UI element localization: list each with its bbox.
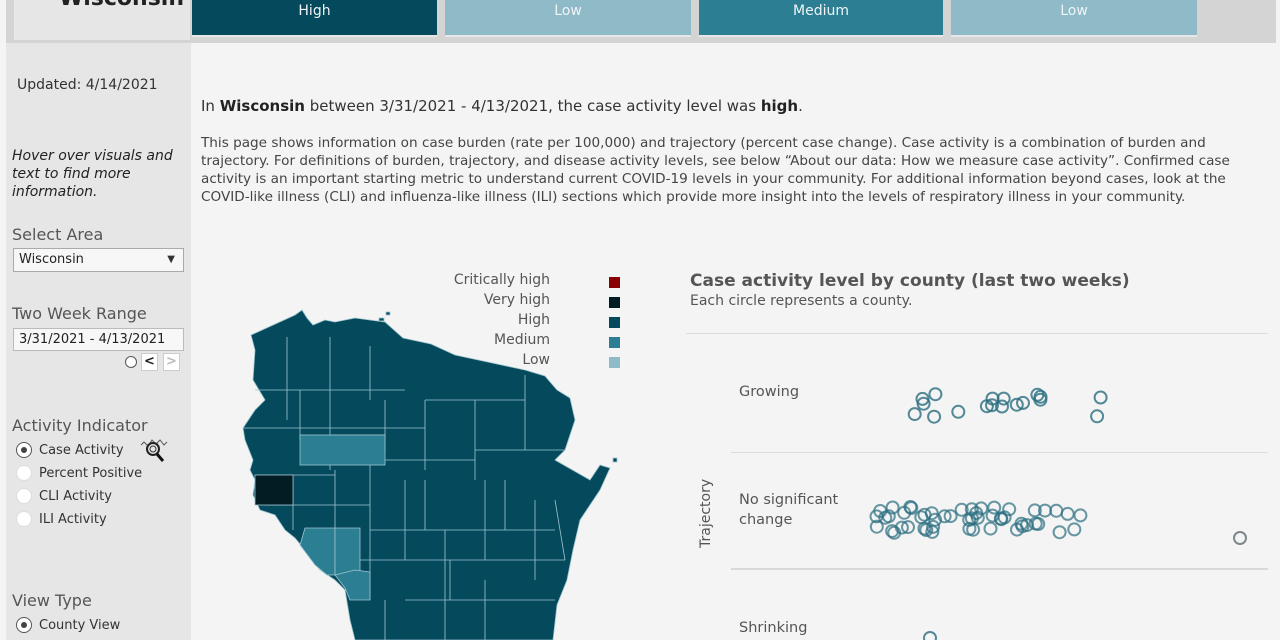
chevron-right-icon: > <box>166 354 177 369</box>
radio-label: Case Activity <box>39 442 124 458</box>
county-circle[interactable] <box>917 507 932 522</box>
next-range-button[interactable]: > <box>163 353 180 371</box>
radio-label: County View <box>39 617 121 633</box>
legend-swatch <box>609 277 620 288</box>
county-medium <box>299 434 386 466</box>
tile-label: High <box>298 3 331 19</box>
county-circle[interactable] <box>1067 522 1082 537</box>
headline-text: In <box>201 97 220 115</box>
chart-subtitle: Each circle represents a county. <box>690 293 913 309</box>
county-circle[interactable] <box>927 409 942 424</box>
radio-label: Percent Positive <box>39 465 143 481</box>
header-bar: Wisconsin High Low Medium Low <box>6 0 1276 43</box>
row-label-no-change: No significant change <box>739 490 838 530</box>
radio-button[interactable] <box>16 465 32 481</box>
county-circle[interactable] <box>928 387 943 402</box>
radio-button[interactable] <box>16 488 32 504</box>
chevron-down-icon: ▼ <box>167 254 175 265</box>
county-circle[interactable] <box>983 521 998 536</box>
sidebar: Updated: 4/14/2021 Hover over visuals an… <box>6 43 191 640</box>
divider <box>686 333 1268 334</box>
county-circle[interactable] <box>907 407 922 422</box>
select-area-value: Wisconsin <box>19 252 84 267</box>
radio-label: ILI Activity <box>39 511 107 527</box>
tile-ili-activity[interactable]: Low <box>951 0 1197 37</box>
magnifier-trend-icon[interactable] <box>140 437 168 465</box>
tile-label: Medium <box>793 3 849 19</box>
radio-cli-activity[interactable]: CLI Activity <box>16 486 112 506</box>
county-circle[interactable] <box>1049 503 1064 518</box>
county-map[interactable] <box>235 300 635 640</box>
beeswarm-chart[interactable] <box>850 380 1270 640</box>
activity-indicator-label: Activity Indicator <box>12 416 148 435</box>
county-circle[interactable] <box>1090 409 1105 424</box>
row-label-growing: Growing <box>739 384 800 400</box>
radio-case-activity[interactable]: Case Activity <box>16 440 124 460</box>
radio-label: CLI Activity <box>39 488 112 504</box>
radio-percent-positive[interactable]: Percent Positive <box>16 463 142 483</box>
select-area-dropdown[interactable]: Wisconsin ▼ <box>13 248 184 272</box>
radio-ili-activity[interactable]: ILI Activity <box>16 509 107 529</box>
island <box>612 457 618 463</box>
two-week-range-field[interactable]: 3/31/2021 - 4/13/2021 <box>13 328 184 351</box>
county-circle[interactable] <box>1060 506 1075 521</box>
updated-date: Updated: 4/14/2021 <box>17 77 158 93</box>
headline-area: Wisconsin <box>219 97 305 115</box>
county-very-high <box>254 474 294 506</box>
two-week-range-label: Two Week Range <box>12 304 147 323</box>
county-circle[interactable] <box>1052 525 1067 540</box>
select-area-label: Select Area <box>12 225 104 244</box>
island <box>378 317 385 322</box>
county-circle[interactable] <box>923 631 937 640</box>
chevron-left-icon: < <box>144 354 155 369</box>
range-reset-dot[interactable] <box>125 356 137 368</box>
radio-county-view[interactable]: County View <box>16 615 120 635</box>
legend-item: Critically high <box>430 272 630 292</box>
county-circle[interactable] <box>1093 390 1108 405</box>
tile-case-activity[interactable]: High <box>192 0 437 37</box>
tile-cli-activity[interactable]: Medium <box>699 0 943 37</box>
headline: In Wisconsin between 3/31/2021 - 4/13/20… <box>201 97 803 115</box>
hover-note: Hover over visuals and text to find more… <box>12 148 173 200</box>
county-circle[interactable] <box>1233 531 1247 545</box>
island <box>385 311 391 316</box>
row-label-line: No significant <box>739 492 839 508</box>
radio-button[interactable] <box>16 442 32 458</box>
tile-percent-positive[interactable]: Low <box>445 0 691 37</box>
tile-label: Low <box>1060 3 1088 19</box>
chart-title: Case activity level by county (last two … <box>690 271 1130 291</box>
headline-text: . <box>798 97 803 115</box>
tile-label: Low <box>554 3 582 19</box>
area-title-box: Wisconsin <box>14 0 190 40</box>
county-circle[interactable] <box>951 404 966 419</box>
headline-text: between 3/31/2021 - 4/13/2021, the case … <box>304 97 761 115</box>
prev-range-button[interactable]: < <box>141 353 158 371</box>
trajectory-axis-label: Trajectory <box>698 478 714 548</box>
row-label-shrinking: Shrinking <box>739 620 808 636</box>
legend-label: Critically high <box>453 272 550 288</box>
view-type-label: View Type <box>12 591 92 610</box>
radio-button[interactable] <box>16 617 32 633</box>
row-label-line: change <box>739 512 793 528</box>
county-circle[interactable] <box>987 500 1002 515</box>
radio-button[interactable] <box>16 511 32 527</box>
headline-level: high <box>760 97 799 115</box>
county-circle[interactable] <box>1073 508 1088 523</box>
two-week-range-value: 3/31/2021 - 4/13/2021 <box>19 332 166 347</box>
description: This page shows information on case burd… <box>201 135 1230 205</box>
area-title: Wisconsin <box>59 0 184 11</box>
county-medium <box>299 527 336 576</box>
